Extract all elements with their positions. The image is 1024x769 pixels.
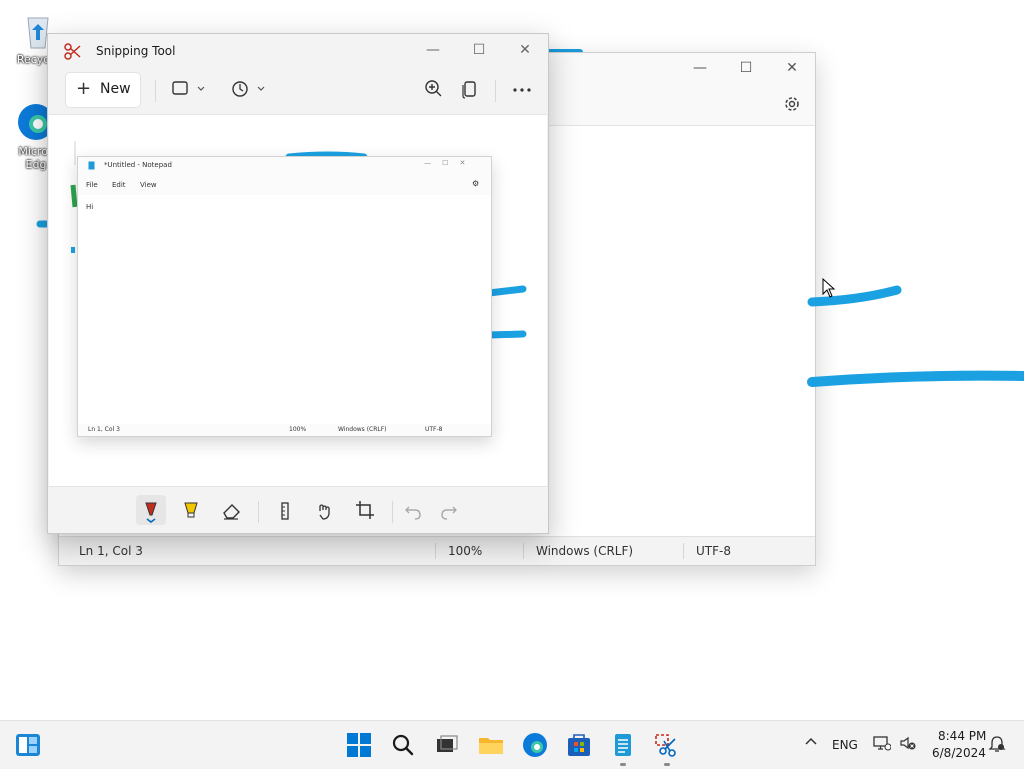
- show-hidden-icons-button[interactable]: [804, 735, 818, 753]
- captured-status-encoding: UTF-8: [425, 426, 443, 433]
- notepad-icon: [615, 734, 631, 756]
- snipping-toolbar: + New: [48, 70, 548, 112]
- maximize-button[interactable]: ☐: [723, 53, 769, 85]
- snip-mode-dropdown[interactable]: [170, 74, 210, 104]
- more-icon: [513, 88, 531, 92]
- folder-icon: [479, 738, 503, 754]
- rectangle-snip-icon: [172, 81, 205, 95]
- minimize-button[interactable]: —: [410, 36, 456, 66]
- clock-date[interactable]: 6/8/2024: [932, 746, 986, 760]
- new-label: New: [100, 81, 131, 97]
- search-button[interactable]: [389, 731, 417, 759]
- snipping-tool-taskbar-button[interactable]: [653, 731, 681, 766]
- touch-writing-tool[interactable]: [310, 495, 340, 525]
- clock-time[interactable]: 8:44 PM: [938, 729, 986, 743]
- start-button[interactable]: [345, 731, 373, 759]
- more-options-button[interactable]: [510, 74, 534, 104]
- new-snip-button[interactable]: + New: [65, 72, 141, 108]
- ruler-icon: [281, 502, 289, 520]
- zoom-in-icon: [425, 80, 442, 97]
- edge-taskbar-button[interactable]: [521, 731, 549, 759]
- redo-button[interactable]: [434, 495, 464, 525]
- captured-notepad: *Untitled - Notepad — ☐ ✕ File Edit View…: [77, 156, 492, 437]
- captured-status-zoom: 100%: [289, 426, 307, 433]
- chevron-up-icon: [805, 737, 817, 745]
- status-line-ending: Windows (CRLF): [536, 544, 634, 558]
- notepad-taskbar-button[interactable]: [609, 731, 637, 766]
- windows-logo-icon: [347, 733, 371, 757]
- task-view-button[interactable]: [433, 731, 461, 759]
- eraser-icon: [223, 504, 240, 520]
- taskbar: ENG 8:44 PM 6/8/2024: [0, 720, 1024, 769]
- plus-icon: +: [76, 78, 92, 99]
- running-indicator: [664, 763, 670, 766]
- notifications-button[interactable]: [988, 735, 1006, 756]
- copy-button[interactable]: [458, 74, 482, 104]
- undo-icon: [405, 506, 421, 520]
- notepad-statusbar: Ln 1, Col 3 100% Windows (CRLF) UTF-8: [59, 536, 815, 565]
- widgets-icon: [16, 734, 40, 756]
- captured-menu-edit: Edit: [112, 181, 126, 189]
- status-position: Ln 1, Col 3: [79, 544, 143, 558]
- highlighter-icon: [184, 502, 198, 518]
- language-indicator[interactable]: ENG: [832, 738, 858, 752]
- widgets-button[interactable]: [14, 731, 42, 759]
- clock-icon: [232, 81, 265, 97]
- status-encoding: UTF-8: [696, 544, 731, 558]
- undo-button[interactable]: [398, 495, 428, 525]
- ballpoint-pen-tool[interactable]: [136, 495, 166, 525]
- settings-gear-icon[interactable]: [783, 95, 801, 113]
- zoom-button[interactable]: [422, 74, 446, 104]
- ruler-tool[interactable]: [270, 495, 300, 525]
- touch-writing-icon: [319, 504, 330, 520]
- edge-icon: [523, 733, 547, 757]
- highlighter-tool[interactable]: [176, 495, 206, 525]
- mouse-cursor-icon: [822, 278, 836, 298]
- redo-icon: [441, 506, 457, 520]
- captured-caption-buttons: — ☐ ✕: [424, 159, 466, 167]
- delay-dropdown[interactable]: [230, 74, 270, 104]
- network-icon[interactable]: [873, 735, 892, 754]
- eraser-tool[interactable]: [216, 495, 246, 525]
- store-button[interactable]: [565, 731, 593, 759]
- maximize-button[interactable]: ☐: [456, 36, 502, 66]
- crop-tool[interactable]: [350, 495, 380, 525]
- captured-text: Hi: [86, 203, 94, 211]
- captured-title: *Untitled - Notepad: [104, 161, 172, 169]
- snipping-tool-icon: [655, 734, 676, 757]
- copy-icon: [462, 81, 476, 99]
- volume-muted-icon[interactable]: [899, 735, 917, 754]
- close-button[interactable]: ✕: [769, 53, 815, 85]
- captured-status-position: Ln 1, Col 3: [88, 426, 120, 433]
- store-icon: [568, 734, 590, 756]
- snipping-tool-titlebar: Snipping Tool — ☐ ✕: [48, 34, 548, 68]
- snipping-tool-window: Snipping Tool — ☐ ✕ + New *Untitled - No…: [47, 33, 549, 534]
- running-indicator: [620, 763, 626, 766]
- crop-icon: [356, 501, 374, 519]
- status-zoom: 100%: [448, 544, 483, 558]
- pen-icon: [145, 502, 157, 523]
- notepad-icon: [88, 161, 95, 170]
- captured-menu-file: File: [86, 181, 98, 189]
- file-explorer-button[interactable]: [477, 731, 505, 759]
- snipping-tool-icon: [64, 43, 81, 60]
- search-icon: [392, 734, 414, 756]
- captured-menu-view: View: [140, 181, 157, 189]
- markup-toolbar: [48, 486, 548, 533]
- task-view-icon: [437, 735, 458, 752]
- window-title: Snipping Tool: [96, 44, 176, 58]
- notification-bell-icon: [988, 736, 1006, 752]
- captured-gear-icon: ⚙: [472, 179, 480, 188]
- snip-canvas[interactable]: *Untitled - Notepad — ☐ ✕ File Edit View…: [49, 114, 547, 487]
- captured-editor: Hi: [78, 195, 491, 424]
- minimize-button[interactable]: —: [677, 53, 723, 85]
- captured-status-line-ending: Windows (CRLF): [338, 426, 387, 433]
- close-button[interactable]: ✕: [502, 36, 548, 66]
